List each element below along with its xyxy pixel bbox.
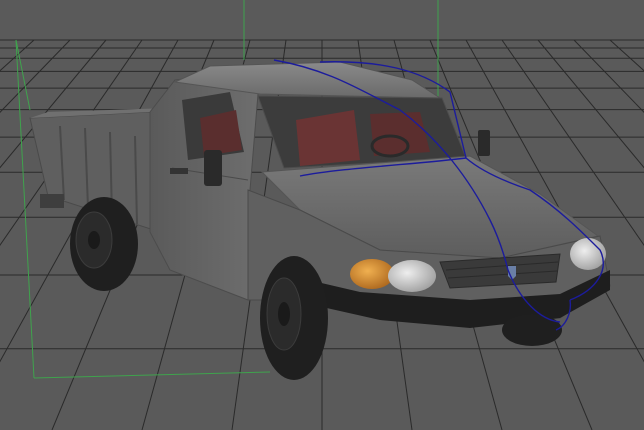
passenger-seat — [370, 112, 430, 156]
bbox-edge — [33, 371, 271, 379]
grid-line — [609, 39, 644, 72]
headlight-left — [388, 260, 436, 292]
windshield — [257, 95, 467, 169]
rear-hub-center — [88, 231, 100, 249]
headlight-right — [570, 238, 606, 270]
front-hub-center — [278, 302, 290, 326]
front-wheel[interactable] — [260, 256, 328, 380]
right-mirror — [478, 130, 490, 156]
side-mirror — [204, 150, 222, 186]
seat-through-window — [200, 110, 242, 156]
driver-seat — [296, 110, 360, 166]
3d-viewport[interactable] — [0, 0, 644, 430]
viewport-canvas[interactable] — [0, 0, 644, 430]
turn-signal-left — [350, 259, 394, 289]
grid-line — [0, 39, 71, 113]
rear-bumper — [40, 194, 64, 208]
door-handle — [170, 168, 188, 174]
front-right-tire — [502, 314, 562, 346]
rear-wheel[interactable] — [70, 197, 138, 291]
grid-line — [0, 39, 35, 72]
